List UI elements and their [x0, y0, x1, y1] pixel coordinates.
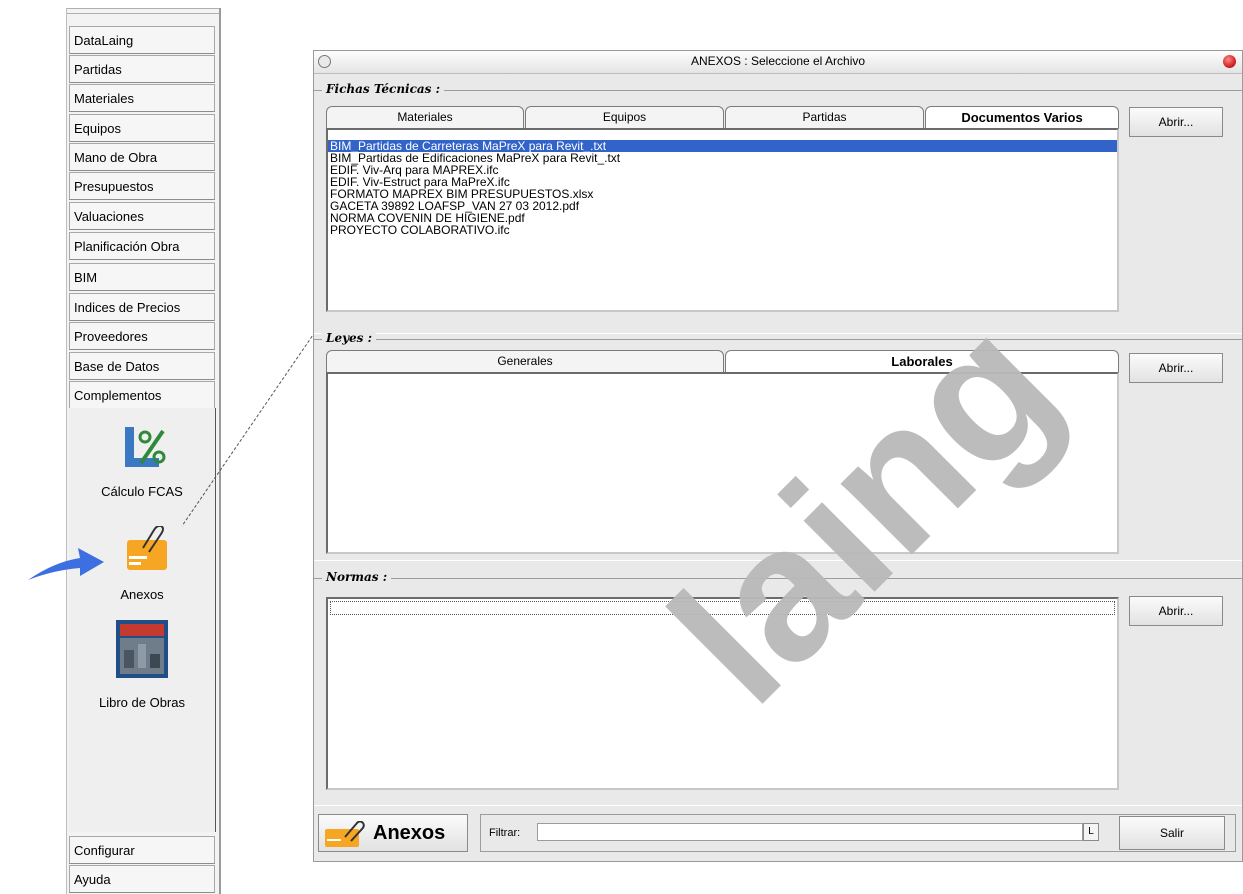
file-row[interactable]: PROYECTO COLABORATIVO.ifc: [328, 224, 1117, 236]
leyes-group: Leyes : Generales Laborales Abrir...: [314, 331, 1242, 561]
sidebar-item-datalaing[interactable]: DataLaing: [69, 26, 215, 54]
leyes-file-list[interactable]: [326, 372, 1119, 554]
sidebar-item-configurar[interactable]: Configurar: [69, 836, 215, 864]
fichas-abrir-button[interactable]: Abrir...: [1129, 107, 1223, 137]
fichas-file-list[interactable]: BIM_Partidas de Carreteras MaPreX para R…: [326, 128, 1119, 312]
window-title: ANEXOS : Seleccione el Archivo: [690, 54, 866, 68]
normas-group: Normas : Abrir...: [314, 570, 1242, 806]
clear-filter-button[interactable]: L: [1083, 823, 1099, 841]
anexos-title: Anexos: [373, 822, 446, 844]
fichas-tecnicas-group: Fichas Técnicas : Materiales Equipos Par…: [314, 82, 1242, 334]
tool-libro-de-obras[interactable]: Libro de Obras: [69, 620, 215, 710]
group-label: Leyes :: [322, 331, 377, 345]
tab-documentos-varios[interactable]: Documentos Varios: [925, 106, 1119, 128]
sidebar-item-bim[interactable]: BIM: [69, 263, 215, 291]
salir-button[interactable]: Salir: [1119, 816, 1225, 850]
anexos-button[interactable]: Anexos: [318, 814, 468, 852]
tool-label: Anexos: [120, 587, 164, 602]
title-bar[interactable]: ANEXOS : Seleccione el Archivo: [314, 51, 1242, 74]
sidebar-item-partidas[interactable]: Partidas: [69, 55, 215, 83]
footer-bar: Anexos Filtrar: L Salir: [314, 809, 1242, 859]
sidebar-item-indices-de-precios[interactable]: Indices de Precios: [69, 293, 215, 321]
percent-icon: [125, 427, 166, 467]
sidebar-item-planificacion-obra[interactable]: Planificación Obra: [69, 232, 215, 260]
tab-partidas[interactable]: Partidas: [725, 106, 924, 128]
anexos-window: ANEXOS : Seleccione el Archivo Fichas Té…: [313, 50, 1243, 862]
sidebar-item-mano-de-obra[interactable]: Mano de Obra: [69, 143, 215, 171]
normas-file-list[interactable]: [326, 597, 1119, 790]
normas-abrir-button[interactable]: Abrir...: [1129, 596, 1223, 626]
close-icon[interactable]: [1223, 55, 1236, 68]
pointer-arrow-icon: [28, 548, 104, 580]
tab-laborales[interactable]: Laborales: [725, 350, 1119, 372]
sidebar-item-presupuestos[interactable]: Presupuestos: [69, 172, 215, 200]
filter-area: Filtrar: L Salir: [480, 814, 1236, 852]
sidebar-item-materiales[interactable]: Materiales: [69, 84, 215, 112]
group-label: Fichas Técnicas :: [322, 82, 445, 96]
tab-materiales[interactable]: Materiales: [326, 106, 524, 128]
group-label: Normas :: [322, 570, 392, 584]
sidebar-item-ayuda[interactable]: Ayuda: [69, 865, 215, 893]
sidebar-item-equipos[interactable]: Equipos: [69, 114, 215, 142]
filter-label: Filtrar:: [489, 827, 521, 839]
sidebar-grip: [67, 8, 219, 14]
focus-row: [330, 601, 1115, 615]
sidebar-item-valuaciones[interactable]: Valuaciones: [69, 202, 215, 230]
connector-line: [181, 331, 316, 527]
filter-input[interactable]: [537, 823, 1083, 841]
book-cover-icon: [116, 620, 168, 678]
leyes-abrir-button[interactable]: Abrir...: [1129, 353, 1223, 383]
folder-clip-icon: [325, 821, 365, 847]
tool-label: Libro de Obras: [99, 695, 185, 710]
tab-equipos[interactable]: Equipos: [525, 106, 724, 128]
tab-generales[interactable]: Generales: [326, 350, 724, 372]
